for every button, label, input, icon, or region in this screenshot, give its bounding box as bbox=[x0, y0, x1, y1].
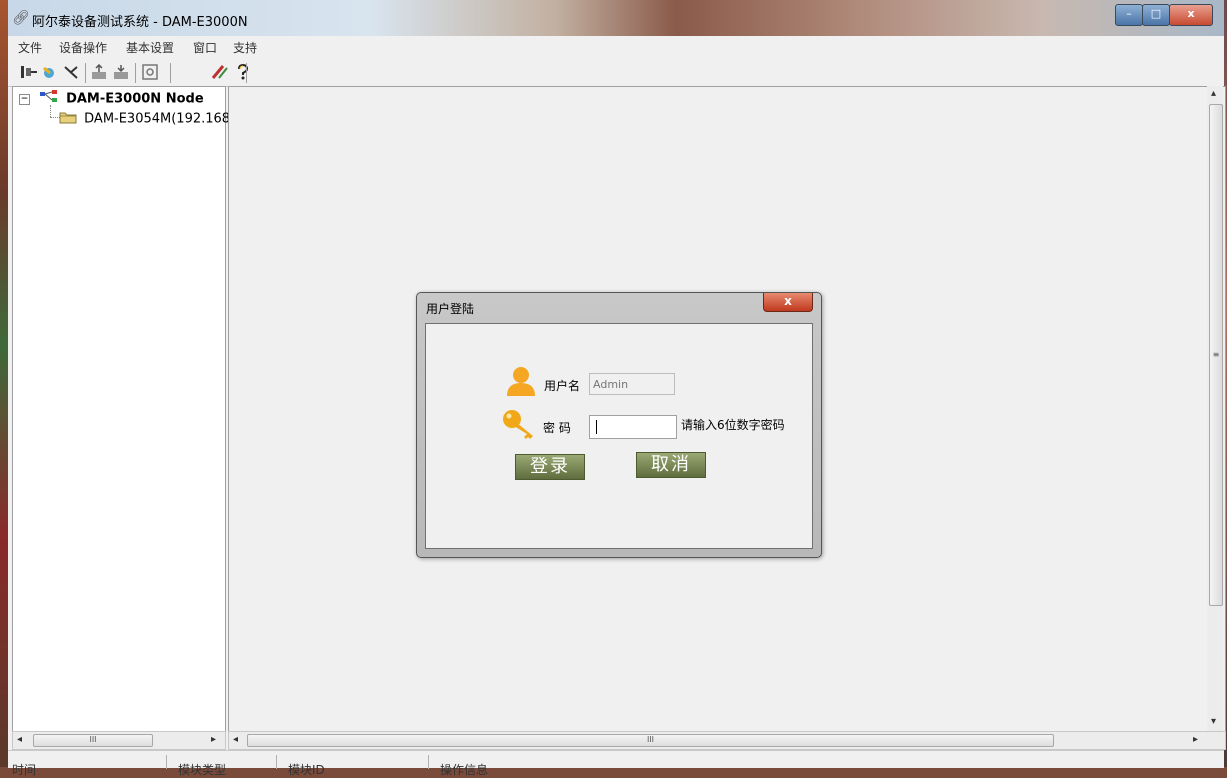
tree-node-root[interactable]: − DAM-E3000N Node bbox=[19, 90, 204, 108]
status-bar: 时间 模块类型 模块ID 操作信息 bbox=[8, 750, 1224, 777]
scroll-right-arrow[interactable]: ▸ bbox=[211, 734, 216, 745]
collapse-toggle[interactable]: − bbox=[19, 93, 30, 105]
tree-connector bbox=[50, 105, 51, 117]
settings-icon[interactable] bbox=[141, 64, 159, 82]
main-vertical-scrollbar[interactable]: ▴ ≡ ▾ bbox=[1207, 86, 1223, 731]
network-node-icon bbox=[39, 90, 59, 108]
password-label: 密 码 bbox=[543, 421, 571, 435]
status-col-time: 时间 bbox=[12, 763, 37, 777]
menu-bar: 文件 设备操作 基本设置 窗口 支持 bbox=[8, 36, 1224, 59]
menu-window[interactable]: 窗口 bbox=[193, 39, 217, 56]
device-tree: − DAM-E3000N Node DAM-E3054M(192.168 bbox=[12, 86, 230, 733]
tree-root-label: DAM-E3000N Node bbox=[66, 91, 204, 107]
toolbar-separator bbox=[85, 63, 86, 83]
menu-device-operation[interactable]: 设备操作 bbox=[59, 39, 107, 56]
scroll-thumb[interactable]: ≡ bbox=[1209, 104, 1223, 606]
folder-icon bbox=[59, 110, 77, 128]
login-dialog: 用户登陆 x 用户名 密 码 请输入6位数字密码 登录 取消 bbox=[416, 292, 822, 558]
scroll-left-arrow[interactable]: ◂ bbox=[17, 734, 22, 745]
login-button[interactable]: 登录 bbox=[515, 454, 585, 480]
scroll-thumb[interactable]: III bbox=[33, 734, 153, 747]
menu-support[interactable]: 支持 bbox=[233, 39, 257, 56]
disconnect-icon[interactable] bbox=[62, 64, 80, 82]
scroll-down-arrow[interactable]: ▾ bbox=[1211, 716, 1216, 727]
minimize-button[interactable]: – bbox=[1115, 4, 1143, 26]
username-label: 用户名 bbox=[544, 379, 581, 393]
dialog-body: 用户名 密 码 请输入6位数字密码 登录 取消 bbox=[425, 323, 813, 549]
tool-icon[interactable] bbox=[211, 64, 229, 82]
maximize-button[interactable]: □ bbox=[1142, 4, 1170, 26]
tree-device-label: DAM-E3054M(192.168 bbox=[84, 111, 231, 127]
scroll-left-arrow[interactable]: ◂ bbox=[233, 734, 238, 745]
username-field[interactable] bbox=[589, 373, 675, 395]
scroll-up-arrow[interactable]: ▴ bbox=[1211, 88, 1216, 99]
main-horizontal-scrollbar[interactable]: ◂ III ▸ bbox=[228, 731, 1226, 750]
key-icon bbox=[501, 408, 535, 442]
password-field[interactable] bbox=[589, 415, 677, 439]
connect-icon[interactable] bbox=[20, 64, 38, 82]
status-col-operation-info: 操作信息 bbox=[440, 763, 489, 777]
menu-basic-settings[interactable]: 基本设置 bbox=[126, 39, 174, 56]
dialog-close-button[interactable]: x bbox=[763, 293, 813, 312]
toolbar-separator bbox=[135, 63, 136, 83]
app-icon: 🔗︎ bbox=[12, 10, 30, 26]
tree-horizontal-scrollbar[interactable]: ◂ III ▸ bbox=[12, 731, 226, 750]
menu-file[interactable]: 文件 bbox=[18, 39, 42, 56]
password-hint: 请输入6位数字密码 bbox=[681, 418, 785, 432]
scroll-right-arrow[interactable]: ▸ bbox=[1193, 734, 1198, 745]
tree-node-device[interactable]: DAM-E3054M(192.168 bbox=[59, 110, 230, 128]
device-down-icon[interactable] bbox=[112, 64, 130, 82]
toolbar-separator bbox=[246, 63, 247, 83]
device-up-icon[interactable] bbox=[90, 63, 108, 82]
status-col-module-type: 模块类型 bbox=[178, 763, 227, 777]
user-icon bbox=[504, 364, 538, 398]
dialog-title: 用户登陆 bbox=[426, 302, 475, 316]
title-bar[interactable]: 🔗︎ 阿尔泰设备测试系统 - DAM-E3000N – □ x bbox=[8, 0, 1224, 36]
toolbar bbox=[8, 58, 1224, 87]
close-window-button[interactable]: x bbox=[1169, 4, 1213, 26]
search-device-icon[interactable] bbox=[41, 64, 59, 82]
help-icon[interactable] bbox=[234, 63, 252, 82]
scroll-thumb[interactable]: III bbox=[247, 734, 1054, 747]
cancel-button[interactable]: 取消 bbox=[636, 452, 706, 478]
text-caret bbox=[596, 420, 597, 434]
window-title: 阿尔泰设备测试系统 - DAM-E3000N bbox=[32, 15, 248, 30]
status-col-module-id: 模块ID bbox=[288, 763, 325, 777]
toolbar-separator bbox=[170, 63, 171, 83]
